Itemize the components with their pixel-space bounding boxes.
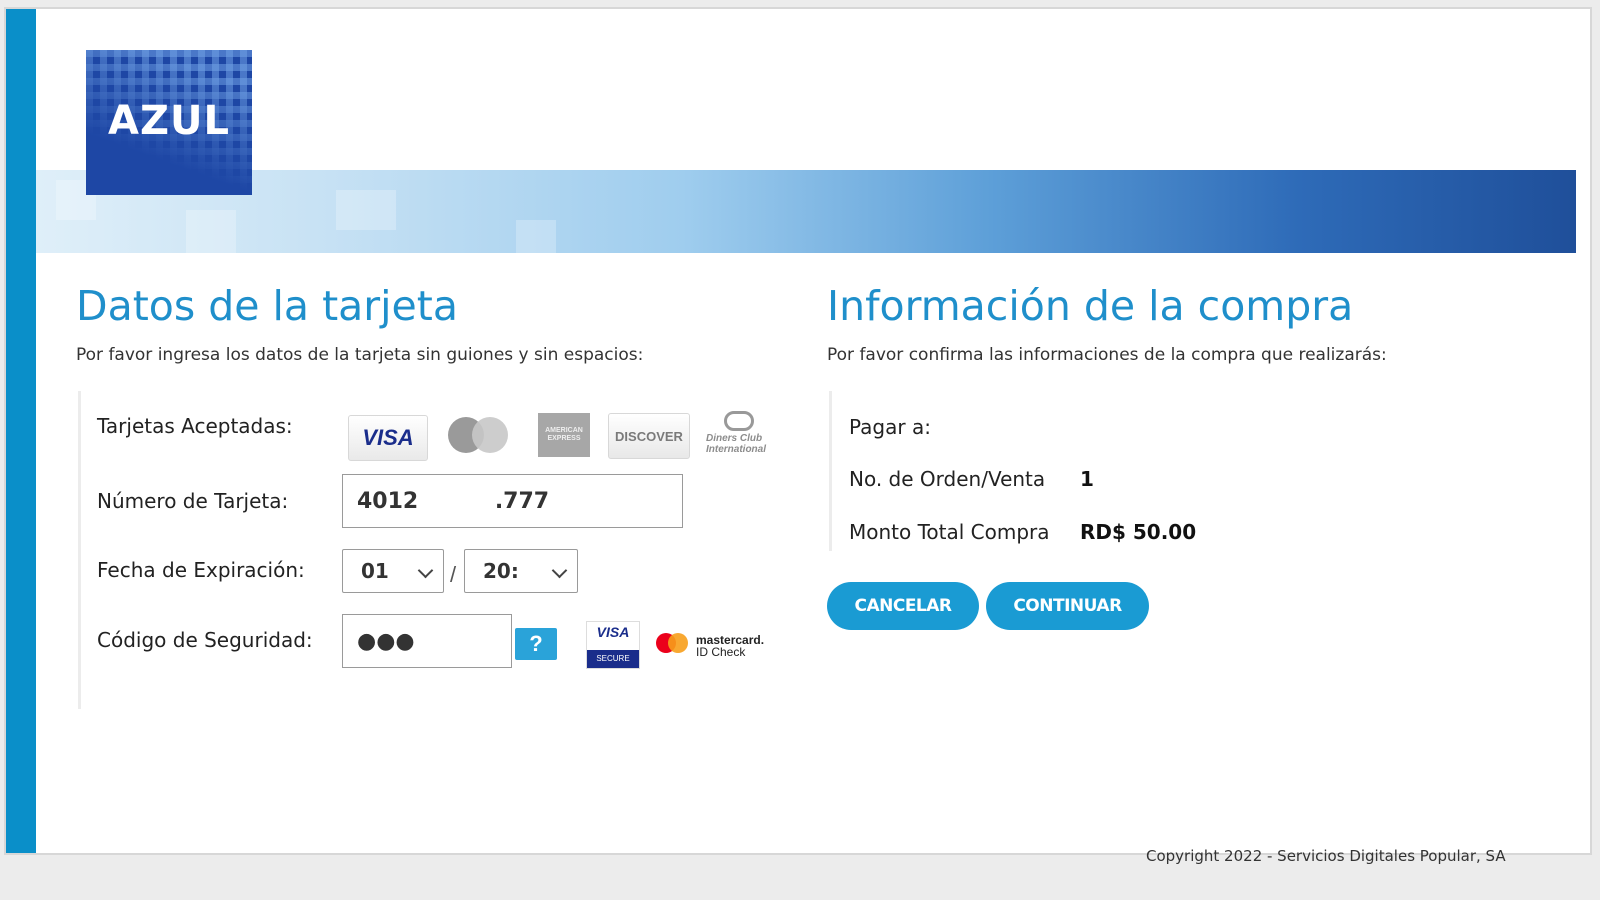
expiry-month-select[interactable]: 01: [342, 549, 444, 593]
expiry-date-label: Fecha de Expiración:: [97, 558, 305, 582]
purchase-section-subtitle: Por favor confirma las informaciones de …: [827, 345, 1387, 365]
pay-to-label: Pagar a:: [849, 415, 931, 439]
order-number-label: No. de Orden/Venta: [849, 467, 1046, 491]
visa-secure-icon: VISA SECURE: [586, 621, 640, 669]
purchase-panel-border: [829, 391, 832, 551]
chevron-down-icon: [417, 562, 434, 579]
cvv-help-button[interactable]: ?: [515, 628, 557, 660]
card-section-subtitle: Por favor ingresa los datos de la tarjet…: [76, 345, 644, 365]
purchase-section-title: Información de la compra: [827, 282, 1354, 330]
security-code-input[interactable]: ●●●: [342, 614, 512, 668]
card-number-label: Número de Tarjeta:: [97, 489, 289, 513]
payment-frame: AZUL Datos de la tarjeta Por favor ingre…: [6, 9, 1590, 853]
chevron-down-icon: [551, 562, 568, 579]
logo-text: AZUL: [108, 98, 230, 144]
card-number-input[interactable]: 4012 .777: [342, 474, 683, 528]
total-amount-label: Monto Total Compra: [849, 520, 1050, 544]
amex-card-icon: AMERICAN EXPRESS: [538, 413, 590, 457]
cancel-button[interactable]: CANCELAR: [827, 582, 979, 630]
discover-card-icon: DISCOVER: [608, 413, 690, 459]
header-banner: [36, 170, 1576, 253]
security-code-label: Código de Seguridad:: [97, 628, 313, 652]
expiry-separator: /: [450, 562, 457, 587]
mastercard-id-check-icon: mastercard. ID Check: [656, 631, 776, 663]
total-amount-value: RD$ 50.00: [1080, 520, 1197, 544]
order-number-value: 1: [1080, 467, 1094, 491]
diners-card-icon: Diners Club International: [706, 411, 772, 455]
card-panel-border: [78, 391, 81, 709]
visa-card-icon: VISA: [348, 415, 428, 461]
accepted-cards-label: Tarjetas Aceptadas:: [97, 414, 293, 438]
expiry-year-select[interactable]: 20:: [464, 549, 578, 593]
continue-button[interactable]: CONTINUAR: [986, 582, 1149, 630]
azul-logo: AZUL: [86, 50, 252, 195]
card-section-title: Datos de la tarjeta: [76, 282, 458, 330]
mastercard-card-icon: [446, 413, 516, 457]
copyright-text: Copyright 2022 - Servicios Digitales Pop…: [1146, 847, 1506, 865]
left-accent-stripe: [6, 9, 36, 853]
